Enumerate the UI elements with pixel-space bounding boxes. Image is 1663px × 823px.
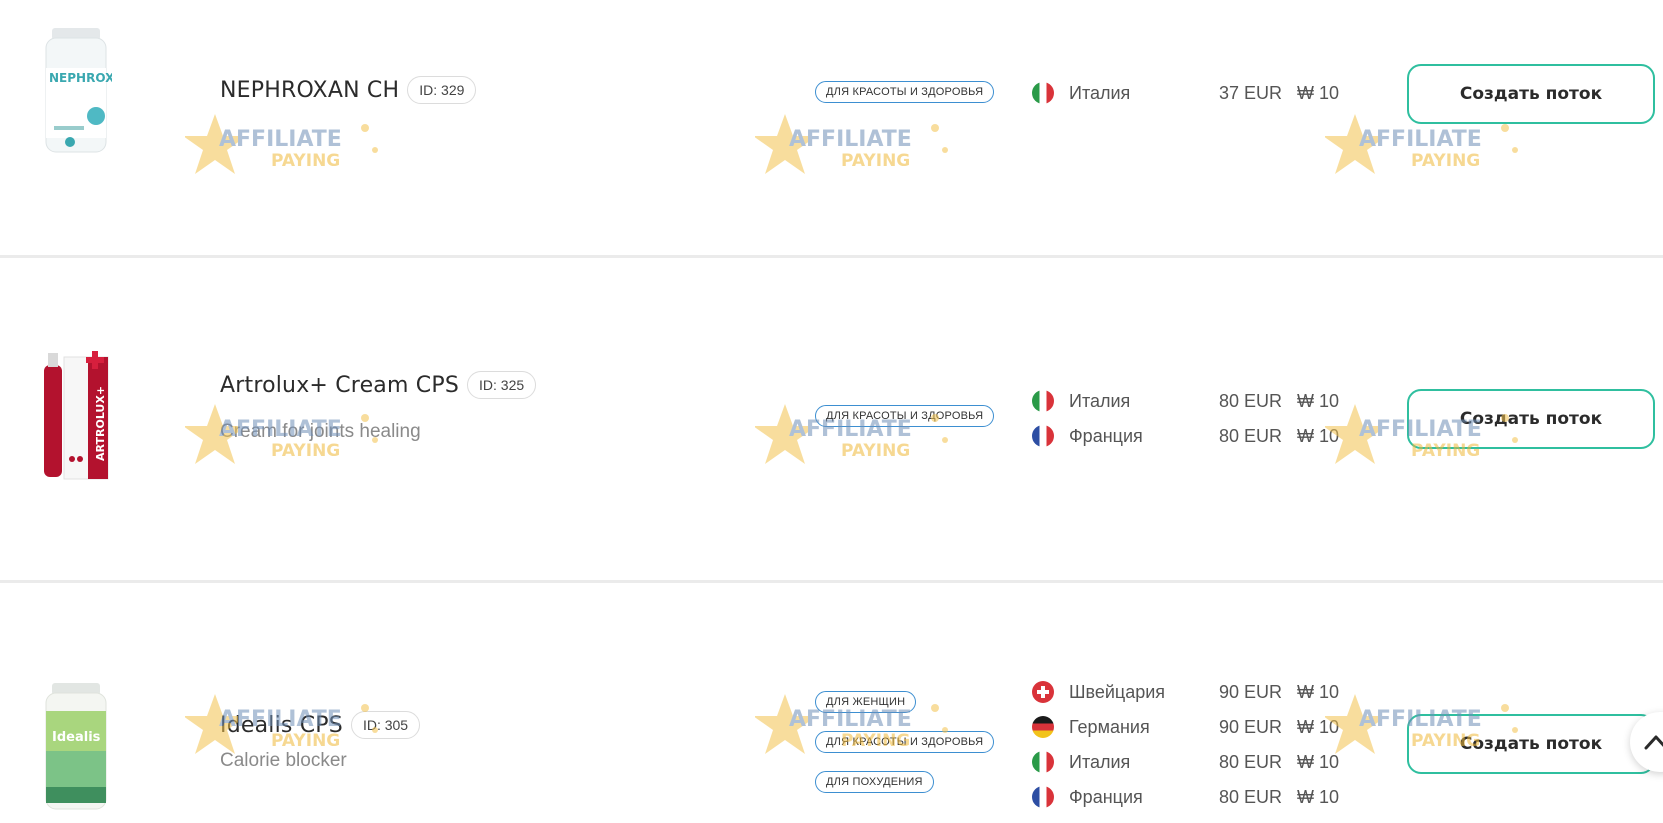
geo-country: Франция — [1069, 425, 1143, 446]
italy-flag-icon — [1032, 390, 1054, 412]
category-tag[interactable]: ДЛЯ КРАСОТЫ И ЗДОРОВЬЯ — [815, 81, 995, 103]
geo-row: Италия 80 EUR ₩ 10 — [1032, 750, 1339, 774]
geo-bonus: ₩ 10 — [1297, 425, 1340, 446]
category-tag[interactable]: ДЛЯ КРАСОТЫ И ЗДОРОВЬЯ — [815, 731, 995, 753]
product-title-line: Idealis CPS ID: 305 — [220, 711, 421, 739]
product-name[interactable]: Artrolux+ Cream CPS — [220, 373, 459, 398]
product-id-badge: ID: 305 — [350, 711, 421, 739]
geo-country: Франция — [1069, 786, 1143, 807]
offer-row: Idealis Idealis CPS ID: 305 Calorie bloc… — [0, 583, 1663, 823]
product-description: Cream for joints healing — [220, 421, 421, 442]
germany-flag-icon — [1032, 716, 1054, 738]
offers-list: NEPHROXAN NEPHROXAN CH ID: 329 ДЛЯ КРАСО… — [0, 0, 1663, 823]
product-image-label: NEPHROXAN — [49, 71, 112, 85]
geo-country: Германия — [1069, 716, 1150, 737]
geo-bonus: ₩ 10 — [1297, 82, 1340, 103]
product-description: Calorie blocker — [220, 750, 347, 771]
france-flag-icon — [1032, 425, 1054, 447]
geo-bonus: ₩ 10 — [1297, 751, 1340, 772]
category-tag[interactable]: ДЛЯ ЖЕНЩИН — [815, 691, 917, 713]
geo-payout: 80 EUR — [1219, 425, 1283, 446]
product-name[interactable]: NEPHROXAN CH — [220, 78, 399, 103]
geo-country: Швейцария — [1069, 681, 1166, 702]
geo-payout: 90 EUR — [1219, 716, 1283, 737]
product-image-idealis[interactable]: Idealis — [40, 683, 112, 811]
create-flow-button[interactable]: Создать поток — [1407, 64, 1655, 124]
chevron-up-icon — [1644, 735, 1663, 750]
geo-bonus: ₩ 10 — [1297, 390, 1340, 411]
product-title-line: Artrolux+ Cream CPS ID: 325 — [220, 371, 537, 399]
geo-payout: 90 EUR — [1219, 681, 1283, 702]
offer-row: ARTROLUX+ Artrolux+ Cream CPS ID: 325 Cr… — [0, 258, 1663, 583]
italy-flag-icon — [1032, 751, 1054, 773]
geo-payout: 80 EUR — [1219, 751, 1283, 772]
geo-row: Италия 37 EUR ₩ 10 — [1032, 81, 1339, 105]
geo-bonus: ₩ 10 — [1297, 681, 1340, 702]
geo-country: Италия — [1069, 751, 1131, 772]
geo-payout: 80 EUR — [1219, 786, 1283, 807]
product-image-nephroxan[interactable]: NEPHROXAN — [40, 28, 112, 156]
offer-row: NEPHROXAN NEPHROXAN CH ID: 329 ДЛЯ КРАСО… — [0, 0, 1663, 258]
geo-row: Франция 80 EUR ₩ 10 — [1032, 785, 1339, 809]
switzerland-flag-icon — [1032, 681, 1054, 703]
geo-bonus: ₩ 10 — [1297, 716, 1340, 737]
geo-row: Италия 80 EUR ₩ 10 — [1032, 389, 1339, 413]
geo-payout: 37 EUR — [1219, 82, 1283, 103]
france-flag-icon — [1032, 786, 1054, 808]
product-title-line: NEPHROXAN CH ID: 329 — [220, 76, 477, 104]
category-tag[interactable]: ДЛЯ КРАСОТЫ И ЗДОРОВЬЯ — [815, 405, 995, 427]
geo-row: Франция 80 EUR ₩ 10 — [1032, 424, 1339, 448]
create-flow-button[interactable]: Создать поток — [1407, 389, 1655, 449]
product-id-badge: ID: 329 — [407, 76, 477, 104]
geo-country: Италия — [1069, 82, 1131, 103]
geo-country: Италия — [1069, 390, 1131, 411]
geo-payout: 80 EUR — [1219, 390, 1283, 411]
product-image-label: Idealis — [52, 730, 101, 745]
italy-flag-icon — [1032, 82, 1054, 104]
product-image-label: ARTROLUX+ — [94, 386, 107, 461]
geo-bonus: ₩ 10 — [1297, 786, 1340, 807]
create-flow-button[interactable]: Создать поток — [1407, 714, 1655, 774]
geo-row: Германия 90 EUR ₩ 10 — [1032, 715, 1339, 739]
category-tag[interactable]: ДЛЯ ПОХУДЕНИЯ — [815, 771, 934, 793]
product-image-artrolux[interactable]: ARTROLUX+ — [40, 351, 112, 481]
product-id-badge: ID: 325 — [467, 371, 537, 399]
geo-row: Швейцария 90 EUR ₩ 10 — [1032, 680, 1339, 704]
product-name[interactable]: Idealis CPS — [220, 713, 343, 738]
